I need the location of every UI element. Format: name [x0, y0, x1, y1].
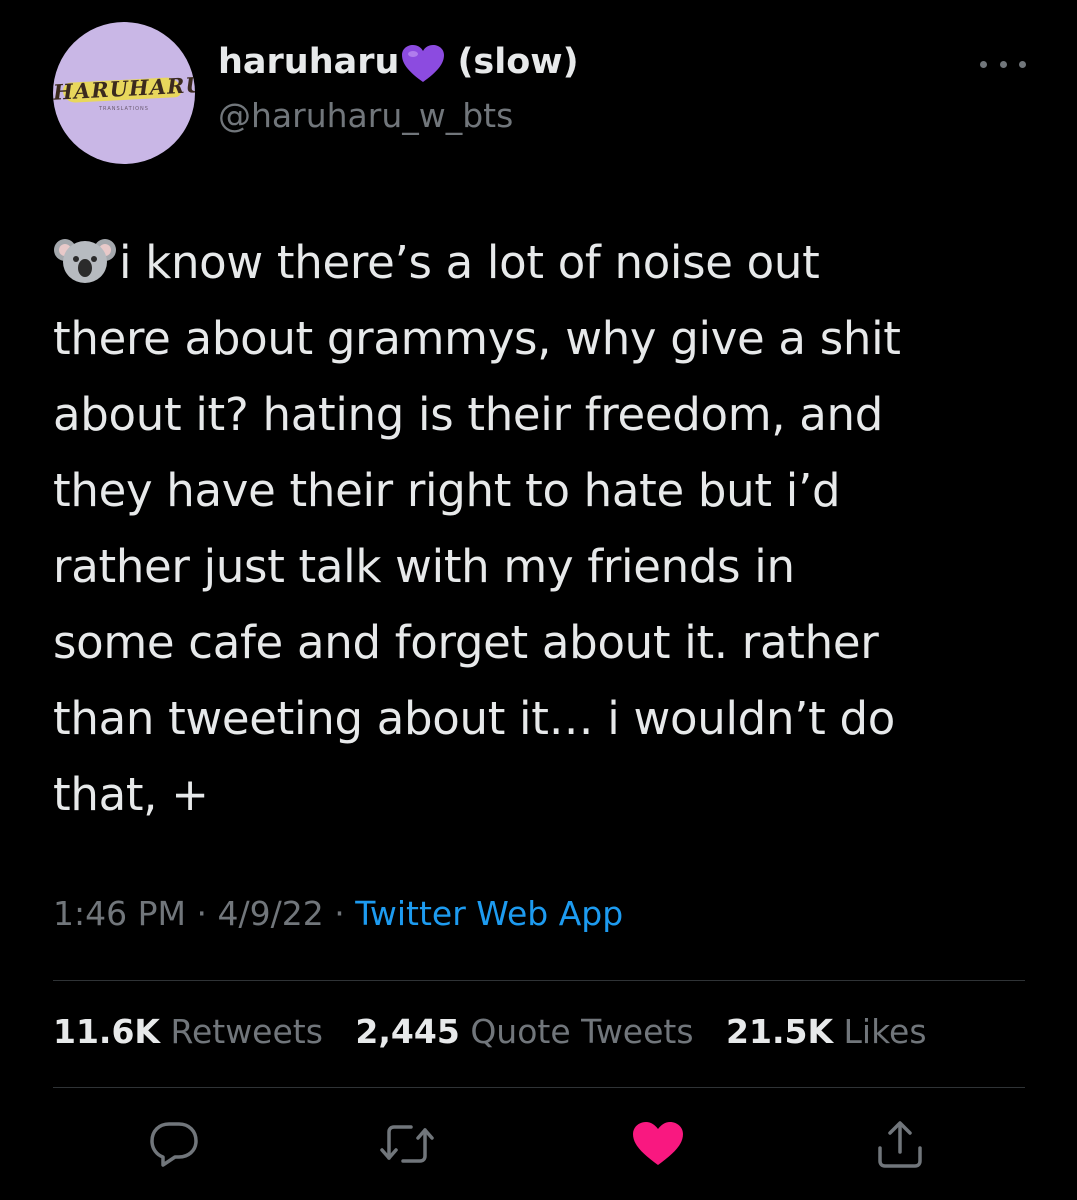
likes-label: Likes [843, 1012, 927, 1051]
tweet-text-line-4: they have their right to hate but i’d [53, 464, 841, 517]
tweet-text-line-1: i know there’s a lot of noise out [119, 236, 820, 289]
tweet-source-link[interactable]: Twitter Web App [355, 894, 623, 933]
tweet-detail: HARUHARU TRANSLATIONS haruharu (slow) @h… [0, 0, 1077, 1200]
tweet-text-line-5: rather just talk with my friends in [53, 540, 795, 593]
more-options-button[interactable] [980, 50, 1026, 78]
avatar[interactable]: HARUHARU TRANSLATIONS [53, 22, 195, 164]
tweet-text-line-7: than tweeting about it… i wouldn’t do [53, 692, 896, 745]
divider [53, 1087, 1025, 1088]
tweet-date[interactable]: 4/9/22 [217, 894, 323, 933]
reply-icon [149, 1120, 199, 1172]
user-handle[interactable]: @haruharu_w_bts [218, 96, 513, 135]
avatar-logo-text: HARUHARU [53, 71, 195, 105]
tweet-text-line: i know there’s a lot of noise out [53, 225, 1053, 301]
meta-separator: · [334, 894, 345, 933]
tweet-text: i know there’s a lot of noise out there … [53, 225, 1053, 833]
koala-icon [53, 233, 117, 285]
display-name-suffix: (slow) [457, 42, 579, 82]
reply-button[interactable] [146, 1118, 202, 1174]
retweet-button[interactable] [379, 1118, 435, 1174]
tweet-text-line-8: that, + [53, 768, 209, 821]
retweets-label: Retweets [170, 1012, 323, 1051]
quote-tweets-count: 2,445 [355, 1012, 460, 1051]
retweet-icon [379, 1120, 435, 1172]
quote-tweets-label: Quote Tweets [470, 1012, 694, 1051]
likes-count: 21.5K [726, 1012, 834, 1051]
more-dot-icon [1019, 60, 1026, 68]
quote-tweets-stat[interactable]: 2,445 Quote Tweets [355, 1012, 693, 1051]
tweet-text-line-6: some cafe and forget about it. rather [53, 616, 879, 669]
retweets-count: 11.6K [53, 1012, 160, 1051]
more-dot-icon [999, 60, 1007, 68]
display-name-text: haruharu [218, 42, 400, 82]
heart-icon [631, 1120, 685, 1172]
display-name[interactable]: haruharu (slow) [218, 42, 579, 82]
tweet-text-line-3: about it? hating is their freedom, and [53, 388, 884, 441]
more-dot-icon [980, 60, 987, 68]
meta-separator: · [196, 894, 207, 933]
avatar-logo-subtext: TRANSLATIONS [99, 106, 149, 112]
purple-heart-icon [401, 44, 445, 84]
like-button[interactable] [630, 1118, 686, 1174]
tweet-stats: 11.6K Retweets 2,445 Quote Tweets 21.5K … [53, 1012, 949, 1051]
tweet-text-line-2: there about grammys, why give a shit [53, 312, 901, 365]
tweet-time[interactable]: 1:46 PM [53, 894, 186, 933]
share-icon [875, 1118, 925, 1174]
tweet-metadata: 1:46 PM · 4/9/22 · Twitter Web App [53, 894, 623, 933]
retweets-stat[interactable]: 11.6K Retweets [53, 1012, 323, 1051]
share-button[interactable] [872, 1118, 928, 1174]
likes-stat[interactable]: 21.5K Likes [726, 1012, 926, 1051]
divider [53, 980, 1025, 981]
